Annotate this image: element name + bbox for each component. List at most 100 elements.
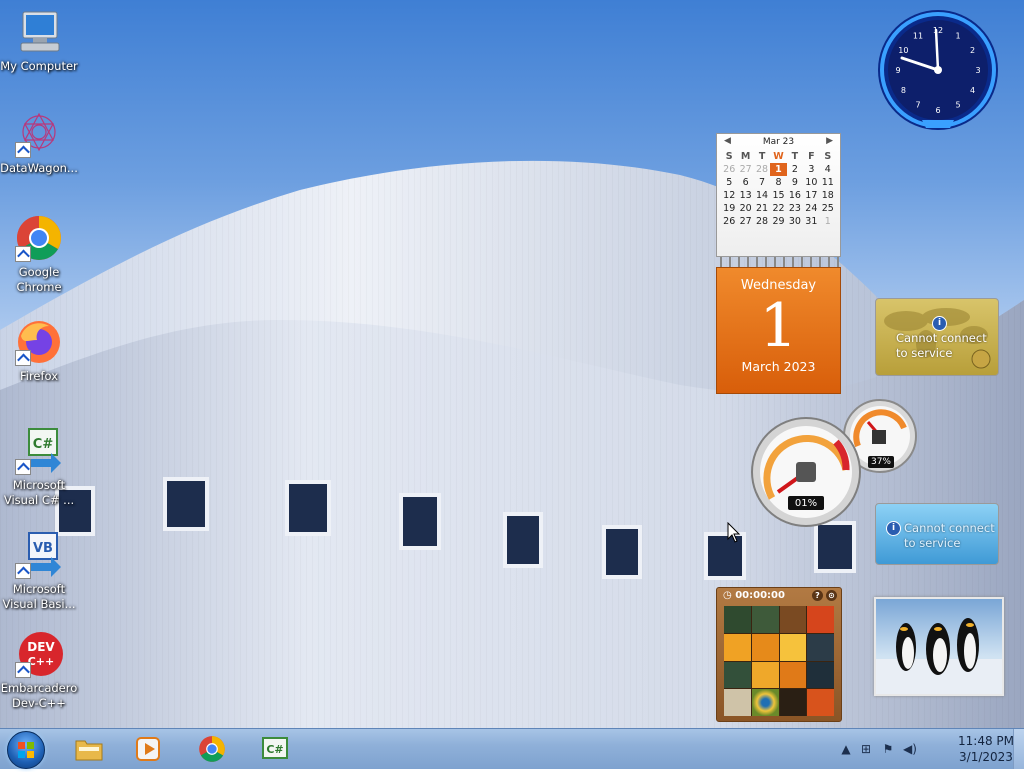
weather-status-text: Cannot connect to service — [904, 521, 995, 550]
calendar-day-cell[interactable]: 21 — [754, 202, 770, 215]
calendar-day-cell[interactable]: 29 — [770, 215, 786, 228]
taskbar-media-player[interactable] — [121, 731, 175, 767]
calendar-day-cell[interactable]: 27 — [737, 215, 753, 228]
clock-number: 10 — [898, 46, 908, 55]
visual-csharp-icon: C# — [15, 427, 63, 475]
desktop-icon-devcpp[interactable]: DEV C++ Embarcadero Dev-C++ — [0, 630, 78, 711]
calendar-day-cell[interactable]: 11 — [820, 176, 836, 189]
calendar-day-cell[interactable]: 24 — [803, 202, 819, 215]
mouse-cursor-icon — [727, 521, 741, 548]
taskbar-date: 3/1/2023 — [959, 750, 1013, 764]
volume-icon[interactable]: ◀) — [902, 741, 918, 757]
desktop-icon-datawagon[interactable]: DataWagon... — [0, 110, 78, 176]
desktop-icon-label: Embarcadero Dev-C++ — [0, 681, 78, 710]
calendar-day-cell[interactable]: 12 — [721, 189, 737, 202]
calendar-day-cell[interactable]: 10 — [803, 176, 819, 189]
penguins-photo — [876, 618, 1002, 694]
picture-puzzle-gadget[interactable]: ◷ 00:00:00 ? ⊙ — [716, 587, 842, 722]
desktop-icon-firefox[interactable]: Firefox — [0, 318, 78, 384]
desktop-wallpaper — [0, 0, 1024, 728]
desktop-icon-my-computer[interactable]: My Computer — [0, 8, 78, 74]
taskbar-chrome[interactable] — [185, 731, 239, 767]
chrome-icon — [198, 735, 226, 763]
calendar-day-cell[interactable]: 31 — [803, 215, 819, 228]
calendar-day-cell[interactable]: 4 — [820, 163, 836, 176]
calendar-day-cell[interactable]: 20 — [737, 202, 753, 215]
calendar-day-cell[interactable]: 3 — [803, 163, 819, 176]
calendar-day-cell[interactable]: 13 — [737, 189, 753, 202]
media-player-icon — [134, 735, 162, 763]
puzzle-tiles[interactable] — [724, 606, 834, 716]
calendar-weekday-header: T — [758, 151, 766, 162]
calendar-day-cell[interactable]: 2 — [787, 163, 803, 176]
calendar-month-view: ◀ Mar 23 ▶ S M T W T F S 26 27 28 1 2 3 4 5 6 7 8 9 10 11 12 1… — [716, 133, 841, 257]
show-hidden-icons-icon[interactable]: ▲ — [838, 741, 854, 757]
datawagon-icon — [15, 110, 63, 158]
svg-text:VB: VB — [33, 541, 53, 556]
solve-icon[interactable]: ⊙ — [826, 590, 837, 601]
clock-number: 5 — [955, 101, 960, 110]
action-center-flag-icon[interactable]: ⚑ — [880, 741, 896, 757]
clock-gadget[interactable]: 12 1 2 3 4 5 6 7 8 9 10 11 — [876, 8, 1000, 132]
computer-icon — [15, 8, 63, 56]
calendar-day-cell[interactable]: 28 — [754, 163, 770, 176]
taskbar-visual-csharp[interactable]: C# — [248, 731, 302, 767]
calendar-day-cell[interactable]: 23 — [787, 202, 803, 215]
calendar-day-cell[interactable]: 26 — [721, 215, 737, 228]
calendar-day-cell[interactable]: 6 — [737, 176, 753, 189]
visual-csharp-icon: C# — [261, 735, 289, 763]
puzzle-timer: 00:00:00 — [735, 590, 785, 601]
calendar-day-cell[interactable]: 17 — [803, 189, 819, 202]
calendar-weekday: Wednesday — [740, 278, 817, 293]
memory-usage-text: 37% — [870, 457, 891, 467]
calendar-day-cell[interactable]: 25 — [820, 202, 836, 215]
start-button[interactable] — [7, 731, 45, 769]
calendar-day-cell[interactable]: 28 — [754, 215, 770, 228]
calendar-day-cell[interactable]: 14 — [754, 189, 770, 202]
calendar-day-cell[interactable]: 18 — [820, 189, 836, 202]
calendar-day-cell[interactable]: 26 — [721, 163, 737, 176]
desktop-icon-google-chrome[interactable]: Google Chrome — [0, 214, 78, 295]
calendar-day-cell[interactable]: 9 — [787, 176, 803, 189]
help-icon[interactable]: ? — [812, 590, 823, 601]
calendar-weekday-header: M — [740, 151, 751, 162]
svg-text:C#: C# — [33, 437, 54, 452]
previous-month-icon[interactable]: ◀ — [724, 136, 731, 146]
weather-gadget[interactable]: i Cannot connect to service — [875, 503, 999, 565]
firefox-icon — [15, 318, 63, 366]
calendar-day-cell[interactable]: 1 — [820, 215, 836, 228]
calendar-day-cell[interactable]: 19 — [721, 202, 737, 215]
calendar-day-cell[interactable]: 16 — [787, 189, 803, 202]
next-month-icon[interactable]: ▶ — [826, 136, 833, 146]
show-desktop-button[interactable] — [1013, 729, 1024, 769]
network-icon[interactable]: ⊞ — [858, 741, 874, 757]
shortcut-arrow-icon — [15, 459, 31, 475]
timer-icon: ◷ — [723, 590, 732, 601]
calendar-day-cell[interactable]: 22 — [770, 202, 786, 215]
calendar-day-cell[interactable]: 8 — [770, 176, 786, 189]
currency-gadget[interactable]: i Cannot connect to service — [875, 298, 999, 376]
currency-status-text: Cannot connect to service — [896, 331, 987, 360]
clock-number: 1 — [955, 31, 960, 40]
desktop-icon-label: Google Chrome — [16, 265, 62, 294]
slideshow-gadget[interactable] — [874, 597, 1004, 696]
calendar-month-label: Mar 23 — [762, 137, 795, 147]
desktop-icon-visual-csharp[interactable]: C# Microsoft Visual C# ... — [0, 427, 78, 508]
windows-logo-icon — [18, 742, 34, 758]
calendar-today-cell[interactable]: 1 — [770, 163, 787, 176]
calendar-day-cell[interactable]: 15 — [770, 189, 786, 202]
calendar-grid: S M T W T F S 26 27 28 1 2 3 4 5 6 7 8 9 10 11 12 13 14 15 16 17 18… — [721, 150, 836, 228]
clock-number: 4 — [970, 86, 975, 95]
calendar-day-cell[interactable]: 7 — [754, 176, 770, 189]
calendar-day-cell[interactable]: 27 — [737, 163, 753, 176]
info-icon: i — [886, 521, 901, 536]
calendar-gadget[interactable]: ◀ Mar 23 ▶ S M T W T F S 26 27 28 1 2 3 4 5 6 7 8 9 10 11 12 1… — [716, 133, 841, 394]
shortcut-arrow-icon — [15, 246, 31, 262]
desktop-icon-visual-basic[interactable]: VB Microsoft Visual Basi... — [0, 531, 78, 612]
desktop-icon-label: Microsoft Visual Basi... — [2, 582, 76, 611]
calendar-day-cell[interactable]: 30 — [787, 215, 803, 228]
taskbar-clock[interactable]: 11:48 PM 3/1/2023 — [950, 733, 1022, 765]
calendar-day-cell[interactable]: 5 — [721, 176, 737, 189]
taskbar-explorer[interactable] — [62, 731, 116, 767]
desktop-icon-label: Microsoft Visual C# ... — [3, 478, 75, 507]
